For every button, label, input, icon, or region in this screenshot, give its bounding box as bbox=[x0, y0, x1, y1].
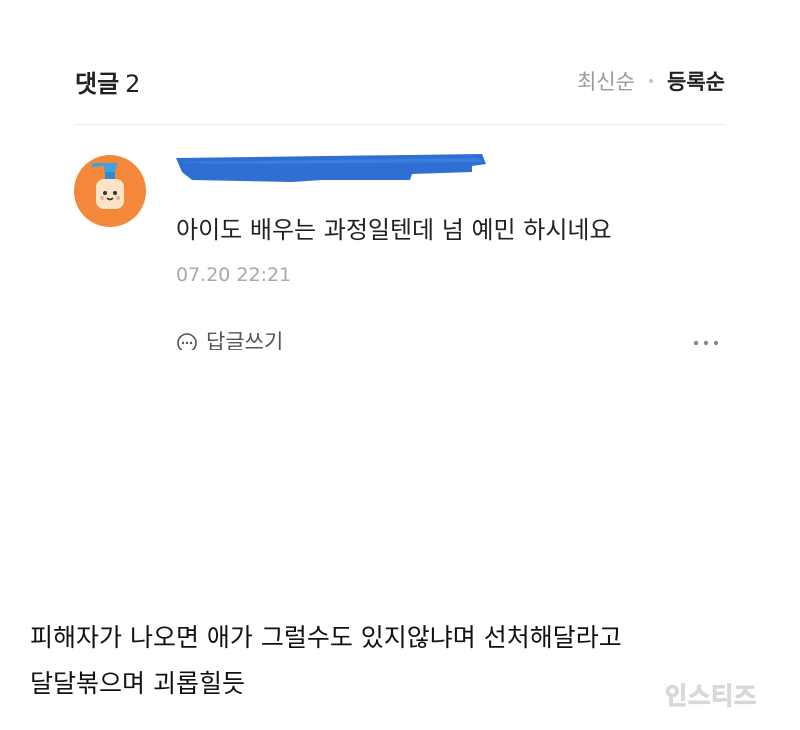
sort-registered-button[interactable]: 등록순 bbox=[667, 66, 725, 96]
comment-timestamp: 07.20 22:21 bbox=[176, 264, 292, 286]
reply-label: 답글쓰기 bbox=[206, 330, 284, 350]
caption-line-1: 피해자가 나오면 애가 그럴수도 있지않냐며 선처해달라고 bbox=[30, 623, 622, 652]
comments-count: 2 bbox=[125, 70, 141, 98]
avatar[interactable] bbox=[74, 155, 146, 227]
comments-header: 댓글 2 최신순 등록순 bbox=[75, 60, 725, 104]
watermark: 인스티즈 bbox=[664, 682, 758, 711]
sort-options: 최신순 등록순 bbox=[577, 66, 725, 96]
author-name-redaction bbox=[176, 154, 486, 182]
more-dots-icon[interactable] bbox=[692, 336, 720, 350]
comments-title-label: 댓글 bbox=[75, 70, 120, 98]
reply-bubble-icon bbox=[177, 333, 197, 350]
header-divider bbox=[75, 124, 725, 125]
comment-text: 아이도 배우는 과정일텐데 넘 예민 하시네요 bbox=[176, 216, 612, 244]
comments-title: 댓글 2 bbox=[75, 64, 140, 99]
sort-separator-dot bbox=[649, 79, 654, 83]
spray-bottle-character-icon bbox=[92, 163, 124, 209]
reply-button[interactable]: 답글쓰기 bbox=[176, 322, 283, 350]
sort-newest-button[interactable]: 최신순 bbox=[577, 66, 635, 96]
